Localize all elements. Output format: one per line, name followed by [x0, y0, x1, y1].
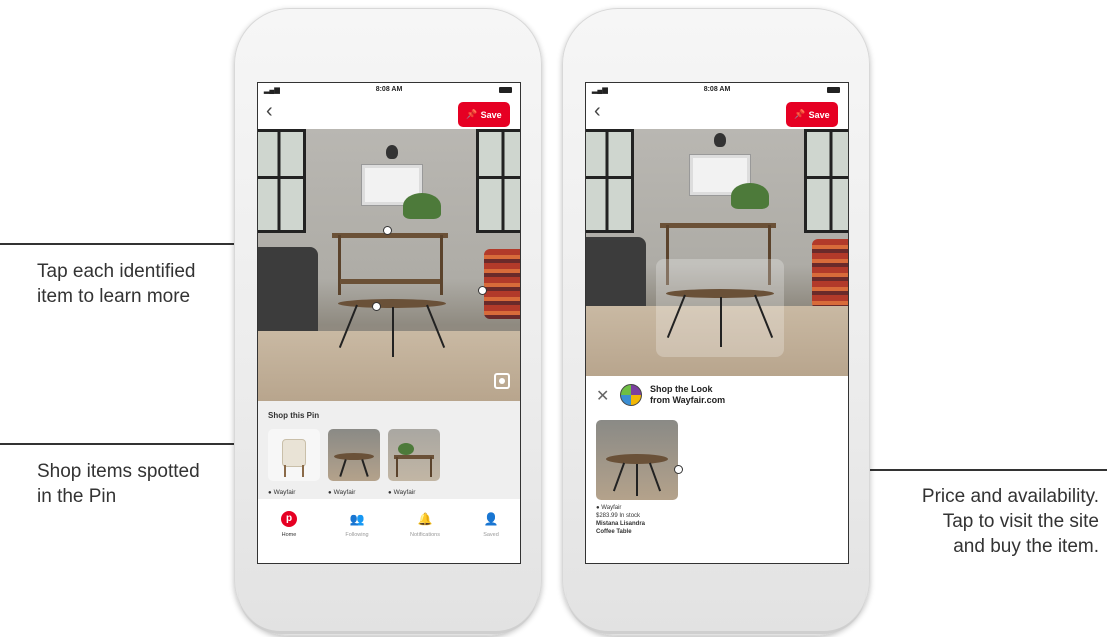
tab-saved[interactable]: 👤 Saved — [466, 511, 516, 538]
thumb-label: ● Wayfair — [328, 489, 355, 496]
callout-line-2: Tap to visit the site — [942, 511, 1099, 532]
thumb-source: Wayfair — [273, 489, 296, 496]
phone-left: ▂▄▆ 8:08 AM ‹ 📌 Save Shop this Pin ● Way… — [234, 8, 542, 636]
hotspot-price[interactable] — [674, 465, 683, 474]
pinterest-logo-icon: p — [281, 511, 297, 527]
tab-label: Notifications — [410, 532, 440, 538]
callout-line-2: in the Pin — [37, 486, 117, 507]
pendant-lamp — [386, 145, 398, 159]
tab-label: Following — [345, 532, 369, 538]
accent-chair — [484, 249, 520, 319]
console-leg — [440, 235, 443, 295]
wayfair-logo-icon — [620, 384, 642, 406]
phone-right: ▂▄▆ 8:08 AM ‹ 📌 Save ✕ Shop the Look fro… — [562, 8, 870, 636]
callout-line-1: Shop items spotted — [37, 461, 200, 482]
callout-line-3: and buy the item. — [953, 536, 1099, 557]
battery-icon — [827, 87, 840, 93]
window-left — [586, 129, 634, 233]
tab-following[interactable]: 👥 Following — [332, 511, 382, 538]
product-price-line: $283.99 In stock — [596, 512, 645, 520]
close-icon[interactable]: ✕ — [596, 386, 609, 406]
person-icon: 👤 — [483, 512, 499, 526]
tag-icon: ● — [388, 490, 392, 496]
product-thumb-chair[interactable] — [268, 429, 320, 481]
back-button[interactable]: ‹ — [266, 101, 273, 121]
product-name-line-1: Mistana Lisandra — [596, 521, 646, 527]
console-shelf — [660, 223, 776, 228]
thumb-source: Wayfair — [333, 489, 356, 496]
source-label: Wayfair — [601, 505, 622, 511]
table-leg — [720, 297, 722, 347]
pin-icon: 📌 — [794, 109, 806, 119]
save-label: Save — [480, 109, 502, 120]
tab-home[interactable]: p Home — [264, 511, 314, 538]
shop-the-look-title: Shop the Look from Wayfair.com — [650, 384, 725, 406]
product-stock: In stock — [619, 513, 641, 519]
pendant-lamp — [714, 133, 726, 147]
title-line-2: from Wayfair.com — [650, 395, 726, 405]
console-lower-shelf — [340, 279, 440, 284]
window-left — [258, 129, 306, 233]
tab-label: Home — [281, 532, 297, 538]
callout-line-2: item to learn more — [37, 286, 191, 307]
product-price: $283.99 — [596, 513, 618, 519]
pin-image[interactable] — [258, 129, 520, 401]
visual-search-icon[interactable] — [494, 373, 510, 389]
plant — [731, 183, 769, 209]
tag-icon: ● — [328, 490, 332, 496]
screen-right: ▂▄▆ 8:08 AM ‹ 📌 Save ✕ Shop the Look fro… — [585, 82, 849, 564]
product-meta: ● Wayfair $283.99 In stock Mistana Lisan… — [596, 504, 645, 536]
pin-image[interactable] — [586, 129, 848, 376]
callout-price-availability: Price and availability. Tap to visit the… — [922, 484, 1099, 559]
save-button[interactable]: 📌 Save — [786, 102, 838, 127]
tab-label: Saved — [483, 532, 499, 538]
callout-line-1: Tap each identified — [37, 261, 196, 282]
table-leg — [392, 307, 394, 357]
bell-icon: 🔔 — [417, 512, 433, 526]
people-icon: 👥 — [349, 512, 365, 526]
product-name-line-2: Coffee Table — [596, 529, 632, 535]
bottom-tab-bar: p Home 👥 Following 🔔 Notifications 👤 Sav… — [258, 499, 520, 563]
shop-title: Shop this Pin — [268, 411, 320, 420]
back-button[interactable]: ‹ — [594, 101, 601, 121]
shop-the-look-panel: ✕ Shop the Look from Wayfair.com ● Wayfa… — [586, 376, 848, 563]
pin-icon: 📌 — [466, 109, 478, 119]
accent-chair — [812, 239, 848, 309]
window-right — [804, 129, 848, 233]
shop-this-pin-panel: Shop this Pin ● Wayfair ● Wayfair ● Wayfair — [258, 401, 520, 501]
product-source: ● Wayfair — [596, 504, 645, 512]
product-thumb-table[interactable] — [328, 429, 380, 481]
callout-shop-items: Shop items spotted in the Pin — [37, 459, 200, 509]
screen-left: ▂▄▆ 8:08 AM ‹ 📌 Save Shop this Pin ● Way… — [257, 82, 521, 564]
status-bar: ▂▄▆ 8:08 AM — [586, 83, 848, 97]
tab-notifications[interactable]: 🔔 Notifications — [400, 511, 450, 538]
tag-icon: ● — [268, 490, 272, 496]
battery-icon — [499, 87, 512, 93]
product-thumb-console[interactable] — [388, 429, 440, 481]
save-button[interactable]: 📌 Save — [458, 102, 510, 127]
status-bar: ▂▄▆ 8:08 AM — [258, 83, 520, 97]
status-time: 8:08 AM — [375, 86, 403, 93]
hotspot-console[interactable] — [383, 226, 392, 235]
thumb-label: ● Wayfair — [268, 489, 295, 496]
thumb-source: Wayfair — [393, 489, 416, 496]
product-name[interactable]: Mistana Lisandra Coffee Table — [596, 520, 645, 536]
plant — [403, 193, 441, 219]
thumb-label: ● Wayfair — [388, 489, 415, 496]
rug — [258, 331, 520, 401]
console-leg — [338, 235, 341, 295]
hotspot-coffee-table[interactable] — [372, 302, 381, 311]
callout-line-1: Price and availability. — [921, 486, 1099, 507]
window-right — [476, 129, 520, 233]
save-label: Save — [808, 109, 830, 120]
status-time: 8:08 AM — [703, 86, 731, 93]
hotspot-chair[interactable] — [478, 286, 487, 295]
callout-identified-items: Tap each identified item to learn more — [37, 259, 195, 309]
title-line-1: Shop the Look — [650, 384, 713, 394]
product-thumb-coffee-table[interactable] — [596, 420, 678, 500]
